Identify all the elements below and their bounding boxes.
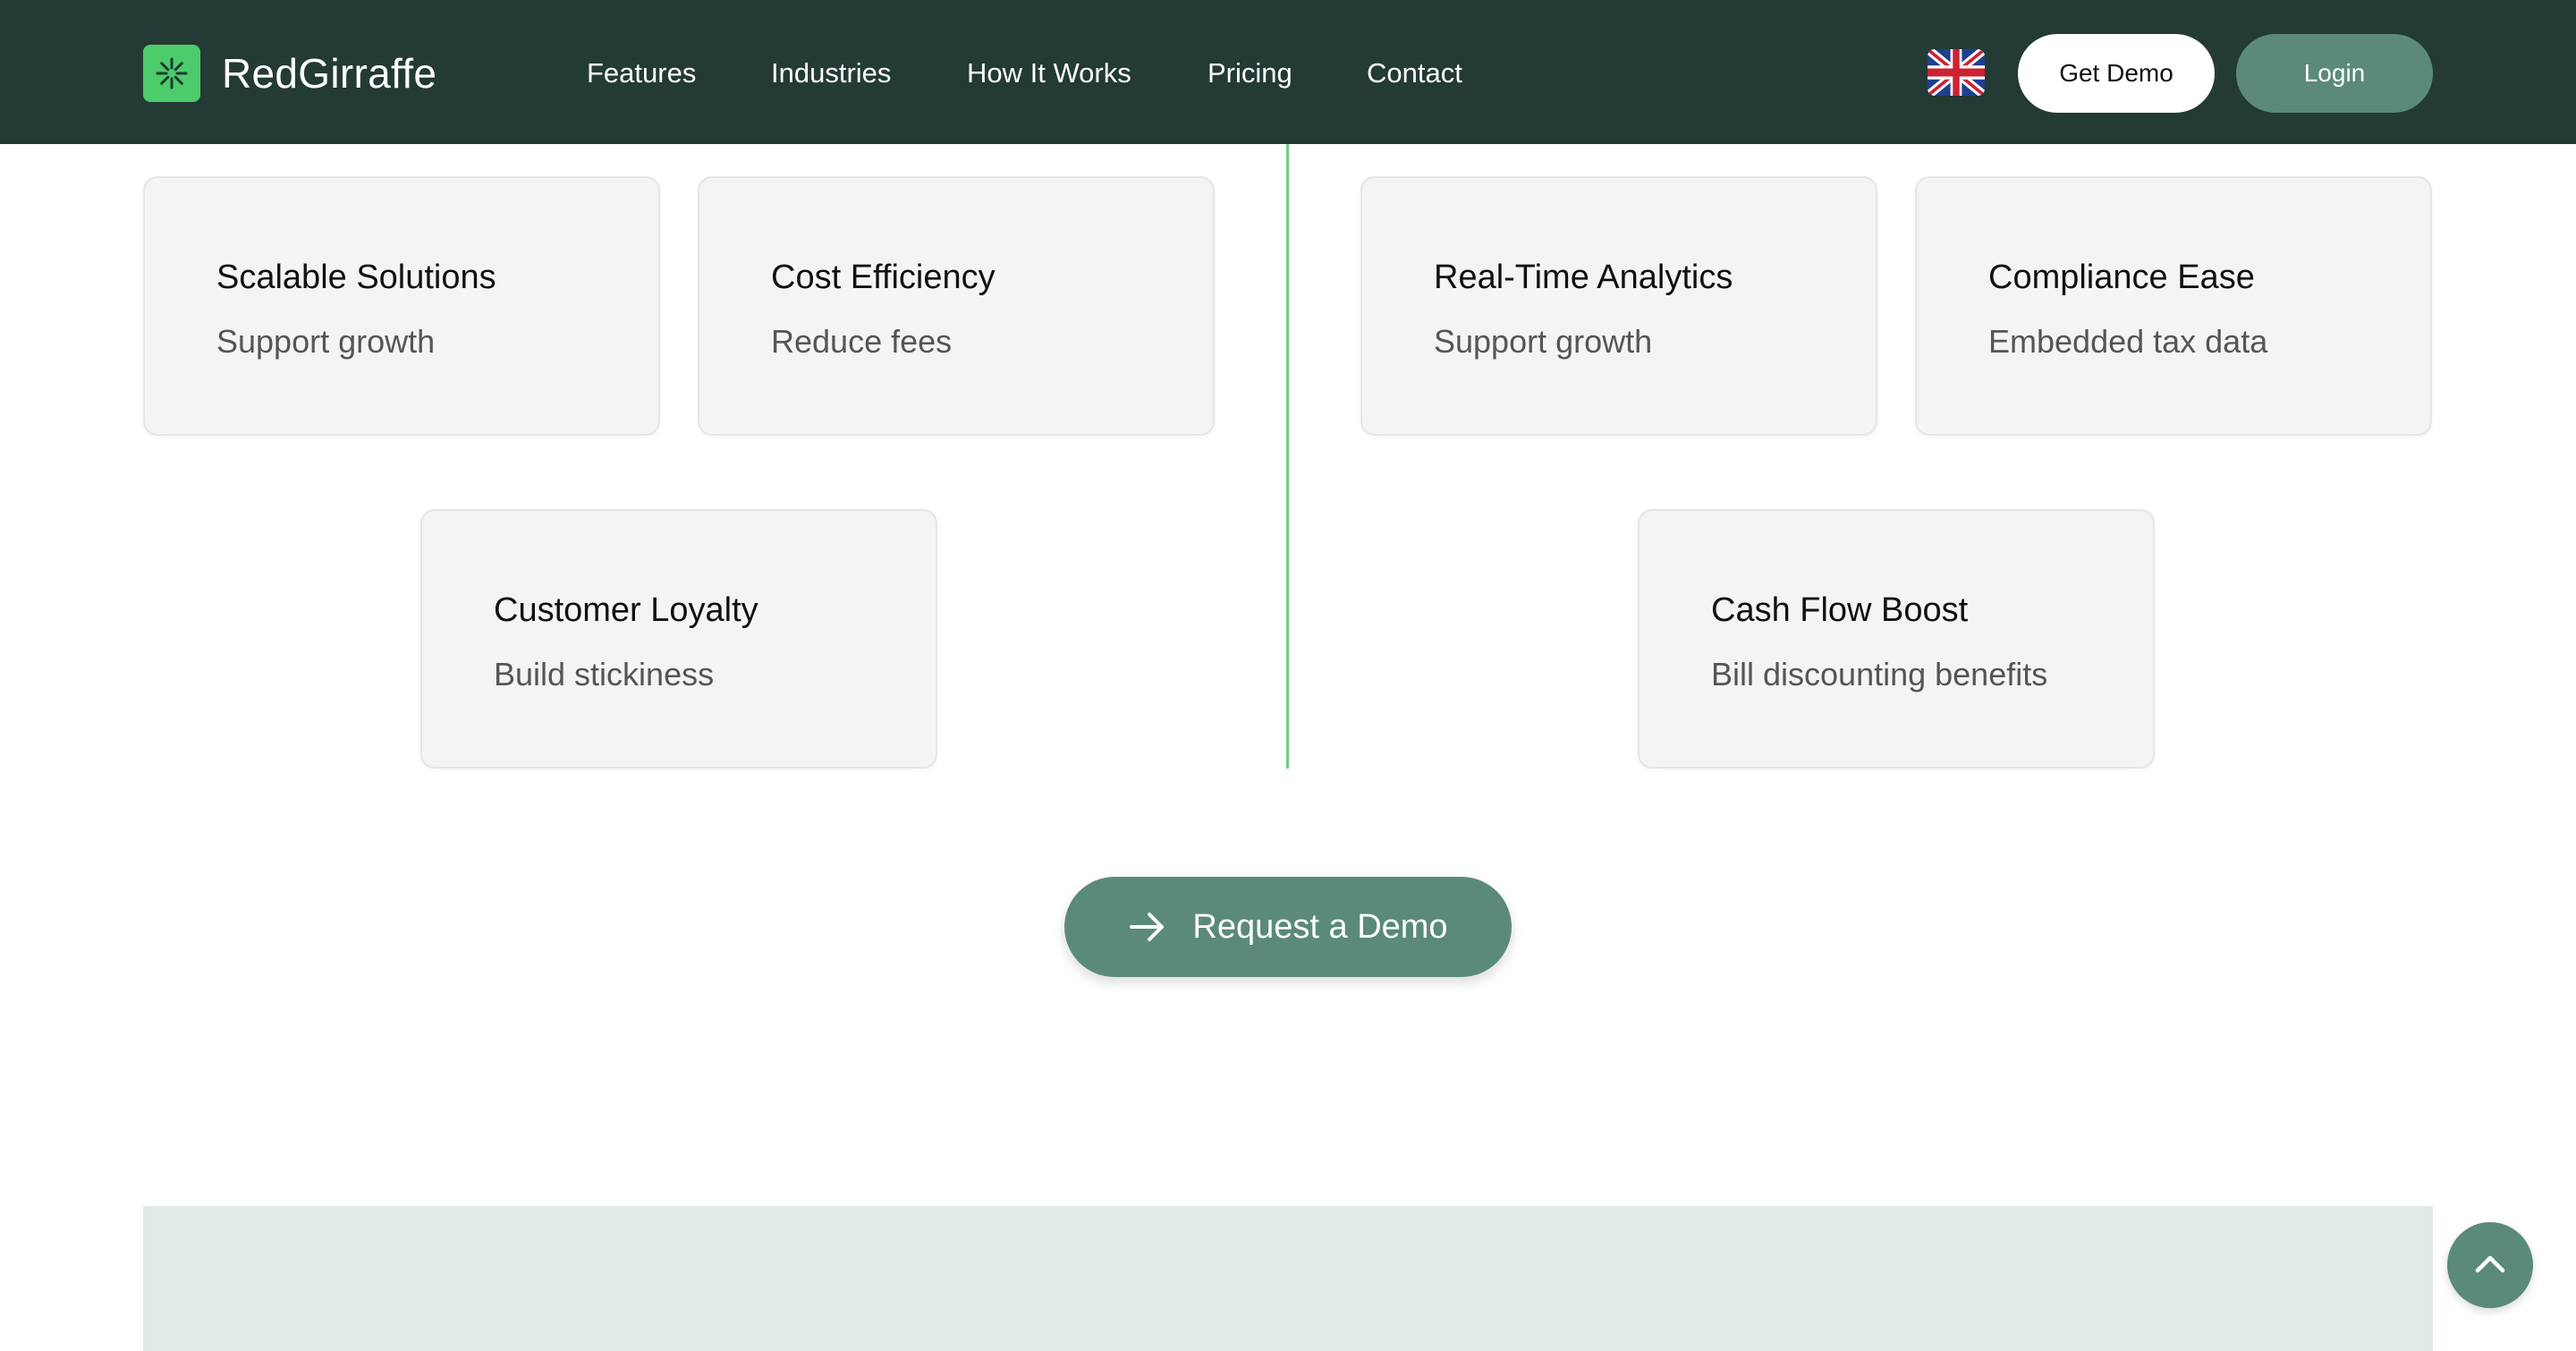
brand-logo[interactable]: RedGirraffe (143, 45, 436, 102)
login-button[interactable]: Login (2236, 34, 2433, 113)
card-title: Real-Time Analytics (1434, 259, 1733, 296)
card-description: Build stickiness (494, 656, 715, 692)
feature-card: Real-Time Analytics Support growth (1360, 176, 1877, 436)
uk-flag-icon[interactable] (1928, 49, 1985, 96)
card-title: Customer Loyalty (494, 591, 758, 629)
card-title: Scalable Solutions (216, 259, 496, 296)
feature-card: Scalable Solutions Support growth (143, 176, 660, 436)
get-demo-button[interactable]: Get Demo (2018, 34, 2215, 113)
nav-how-it-works[interactable]: How It Works (967, 52, 1131, 95)
feature-card: Cost Efficiency Reduce fees (698, 176, 1215, 436)
card-description: Embedded tax data (1988, 323, 2268, 360)
card-title: Cash Flow Boost (1711, 591, 1969, 629)
card-description: Support growth (1434, 323, 1653, 360)
arrow-right-icon (1128, 911, 1167, 943)
scroll-to-top-button[interactable] (2447, 1222, 2533, 1308)
card-description: Support growth (216, 323, 436, 360)
request-demo-label: Request a Demo (1192, 907, 1448, 946)
feature-card: Cash Flow Boost Bill discounting benefit… (1638, 509, 2155, 769)
nav-industries[interactable]: Industries (771, 52, 891, 95)
next-section-band (143, 1206, 2433, 1351)
card-title: Cost Efficiency (771, 259, 996, 296)
nav-features[interactable]: Features (587, 52, 696, 95)
feature-card: Customer Loyalty Build stickiness (420, 509, 937, 769)
chevron-up-icon (2472, 1251, 2508, 1280)
nav-pricing[interactable]: Pricing (1208, 52, 1292, 95)
card-description: Reduce fees (771, 323, 953, 360)
vertical-divider (1286, 144, 1289, 769)
page: RedGirraffe Features Industries How It W… (0, 0, 2576, 1351)
brand-name: RedGirraffe (222, 50, 437, 97)
nav-contact[interactable]: Contact (1367, 52, 1462, 95)
sunburst-logo-icon (143, 45, 200, 102)
card-title: Compliance Ease (1988, 259, 2255, 296)
top-navbar: RedGirraffe Features Industries How It W… (0, 0, 2576, 144)
request-demo-button[interactable]: Request a Demo (1064, 877, 1512, 977)
card-description: Bill discounting benefits (1711, 656, 2048, 692)
feature-card: Compliance Ease Embedded tax data (1915, 176, 2432, 436)
